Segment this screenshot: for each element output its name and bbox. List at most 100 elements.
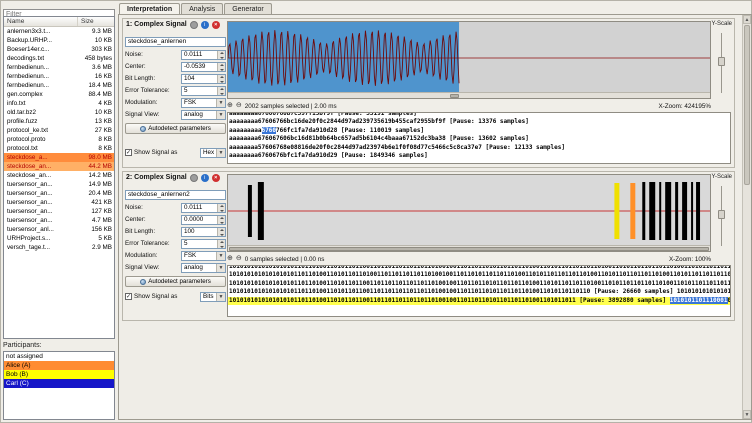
file-row[interactable]: info.txt 4 KB (4, 99, 114, 108)
selection-region[interactable] (228, 22, 460, 93)
error-tolerance-spinbox[interactable]: 5 (181, 238, 226, 249)
data-row[interactable]: aaaaaaaa6760676bfc1fa7da910d29 [Pause: 1… (228, 152, 730, 160)
data-row[interactable]: aaaaaaaa676067606bc16d81b0b64bc657ad5b61… (228, 135, 730, 143)
show-signal-as-select[interactable]: Bits ▼ (200, 291, 226, 302)
signal-2-options-icon[interactable] (189, 173, 198, 182)
zoom-out-icon[interactable]: ⊖ (236, 255, 242, 263)
file-row[interactable]: Boeser14er.c... 303 KB (4, 45, 114, 54)
signal-2-message-rows[interactable]: 1010101010101010101101101001101011011001… (227, 265, 731, 317)
file-row[interactable]: steckdose_a... 98.0 MB (4, 153, 114, 162)
main-vertical-scrollbar[interactable]: ▲ ▼ (742, 15, 751, 419)
spin-arrows-icon[interactable] (217, 227, 225, 236)
file-row[interactable]: fernbedienun... 3.6 MB (4, 63, 114, 72)
zoom-out-icon[interactable]: ⊖ (236, 102, 242, 110)
data-row[interactable]: 1010101010101010101101101001101011011001… (228, 280, 730, 288)
modulation-select[interactable]: FSK ▼ (181, 97, 226, 108)
noise-spinbox[interactable]: 0.0111 (181, 49, 226, 60)
file-row[interactable]: tuersensor_anl... 156 KB (4, 225, 114, 234)
file-row[interactable]: protocol_ke.txt 27 KB (4, 126, 114, 135)
file-row[interactable]: anlernen3x3.t... 9.3 MB (4, 27, 114, 36)
file-row[interactable]: tuersensor_an... 127 KB (4, 207, 114, 216)
bit-length-spinbox[interactable]: 100 (181, 226, 226, 237)
signal-1-close-icon[interactable]: × (211, 20, 220, 29)
spin-arrows-icon[interactable] (217, 239, 225, 248)
file-row[interactable]: decodings.txt 458 bytes (4, 54, 114, 63)
signal-2-h-scrollbar[interactable] (228, 245, 710, 251)
data-row[interactable]: 1010101010101010101101101001101011011001… (228, 296, 730, 305)
spin-arrows-icon[interactable] (217, 50, 225, 59)
scrollbar-handle[interactable] (449, 94, 459, 98)
file-row[interactable]: protocol.txt 8 KB (4, 144, 114, 153)
file-row[interactable]: protocol.proto 8 KB (4, 135, 114, 144)
file-row[interactable]: gen.complex 88.4 MB (4, 90, 114, 99)
signal-1-name-input[interactable] (125, 36, 226, 47)
signal-1-h-scrollbar[interactable] (228, 92, 710, 98)
spin-arrows-icon[interactable] (217, 86, 225, 95)
scroll-up-icon[interactable]: ▲ (743, 15, 751, 24)
autodetect-button[interactable]: Autodetect parameters (125, 276, 226, 287)
spin-arrows-icon[interactable] (217, 215, 225, 224)
file-row[interactable]: URHProject.s... 5 KB (4, 234, 114, 243)
error-tolerance-value: 5 (184, 86, 188, 94)
signal-2-name-input[interactable] (125, 189, 226, 200)
participant-row[interactable]: Carl (C) (4, 379, 114, 388)
data-row[interactable]: 1010101010101010101101101001101011011001… (228, 288, 730, 296)
file-table-header[interactable]: Name Size (4, 17, 114, 27)
y-scale-slider[interactable] (718, 33, 725, 93)
file-row[interactable]: old.tar.bz2 10 KB (4, 108, 114, 117)
signal-view-select[interactable]: analog ▼ (181, 109, 226, 120)
column-header-name[interactable]: Name (4, 17, 78, 26)
scrollbar-handle[interactable] (229, 247, 709, 251)
file-row[interactable]: fernbedienun... 18.4 MB (4, 81, 114, 90)
file-row[interactable]: fernbedienun... 16 KB (4, 72, 114, 81)
file-row[interactable]: steckdose_an... 44.2 MB (4, 162, 114, 171)
zoom-in-icon[interactable]: ⊕ (227, 255, 233, 263)
data-row[interactable]: aaaaaaaa67606766bc16de20f0c2844d97ad2397… (228, 118, 730, 126)
scrollbar-handle[interactable] (744, 25, 750, 185)
spin-arrows-icon[interactable] (217, 62, 225, 71)
signal-2-title: 2: Complex Signal (126, 174, 187, 181)
center-spinbox[interactable]: -0.0539 (181, 61, 226, 72)
file-row[interactable]: versch_tage.t... 2.9 MB (4, 243, 114, 252)
show-signal-as-select[interactable]: Hex ▼ (200, 147, 226, 158)
file-row[interactable]: tuersensor_an... 14.9 MB (4, 180, 114, 189)
modulation-select[interactable]: FSK ▼ (181, 250, 226, 261)
autodetect-button[interactable]: Autodetect parameters (125, 123, 226, 134)
selected-text: 6760 (261, 126, 276, 134)
signal-2-plot-area[interactable] (227, 174, 711, 252)
signal-1-message-rows[interactable]: aaaaaaaa67606760b7c397f15bf9f [Pause: 33… (227, 112, 731, 164)
show-signal-as-checkbox[interactable]: ✓ (125, 293, 132, 300)
data-row[interactable]: aaaaaaaa57606768e08816de20f0c2844d97ad23… (228, 144, 730, 152)
slider-handle[interactable] (718, 210, 725, 219)
spin-arrows-icon[interactable] (217, 203, 225, 212)
zoom-in-icon[interactable]: ⊕ (227, 102, 233, 110)
file-row[interactable]: tuersensor_an... 4.7 MB (4, 216, 114, 225)
error-tolerance-spinbox[interactable]: 5 (181, 85, 226, 96)
signal-1-info-icon[interactable]: i (200, 20, 209, 29)
file-size: 421 KB (91, 199, 112, 206)
signal-view-select[interactable]: analog ▼ (181, 262, 226, 273)
bit-length-spinbox[interactable]: 104 (181, 73, 226, 84)
signal-2-close-icon[interactable]: × (211, 173, 220, 182)
file-row[interactable]: tuersensor_an... 20.4 MB (4, 189, 114, 198)
file-row[interactable]: steckdose_an... 14.2 MB (4, 171, 114, 180)
y-scale-slider[interactable] (718, 186, 725, 246)
participant-row[interactable]: Alice (A) (4, 361, 114, 370)
data-row[interactable]: aaaaaaaaa6760766fc1fa7da910d28 [Pause: 1… (228, 126, 730, 135)
show-signal-as-checkbox[interactable]: ✓ (125, 149, 132, 156)
participant-row[interactable]: Bob (B) (4, 370, 114, 379)
noise-spinbox[interactable]: 0.0111 (181, 202, 226, 213)
file-row[interactable]: tuersensor_an... 421 KB (4, 198, 114, 207)
file-row[interactable]: profile.fuzz 13 KB (4, 117, 114, 126)
signal-1-options-icon[interactable] (189, 20, 198, 29)
scroll-down-icon[interactable]: ▼ (743, 410, 751, 419)
slider-handle[interactable] (718, 57, 725, 66)
file-row[interactable]: Backup.URHP... 10 KB (4, 36, 114, 45)
signal-1-plot-area[interactable] (227, 21, 711, 99)
spin-arrows-icon[interactable] (217, 74, 225, 83)
column-header-size[interactable]: Size (78, 17, 114, 26)
data-row[interactable]: 1010101010101010101101101001101011011010… (228, 271, 730, 279)
signal-2-info-icon[interactable]: i (200, 173, 209, 182)
center-spinbox[interactable]: 0.0000 (181, 214, 226, 225)
participant-row[interactable]: not assigned (4, 352, 114, 361)
